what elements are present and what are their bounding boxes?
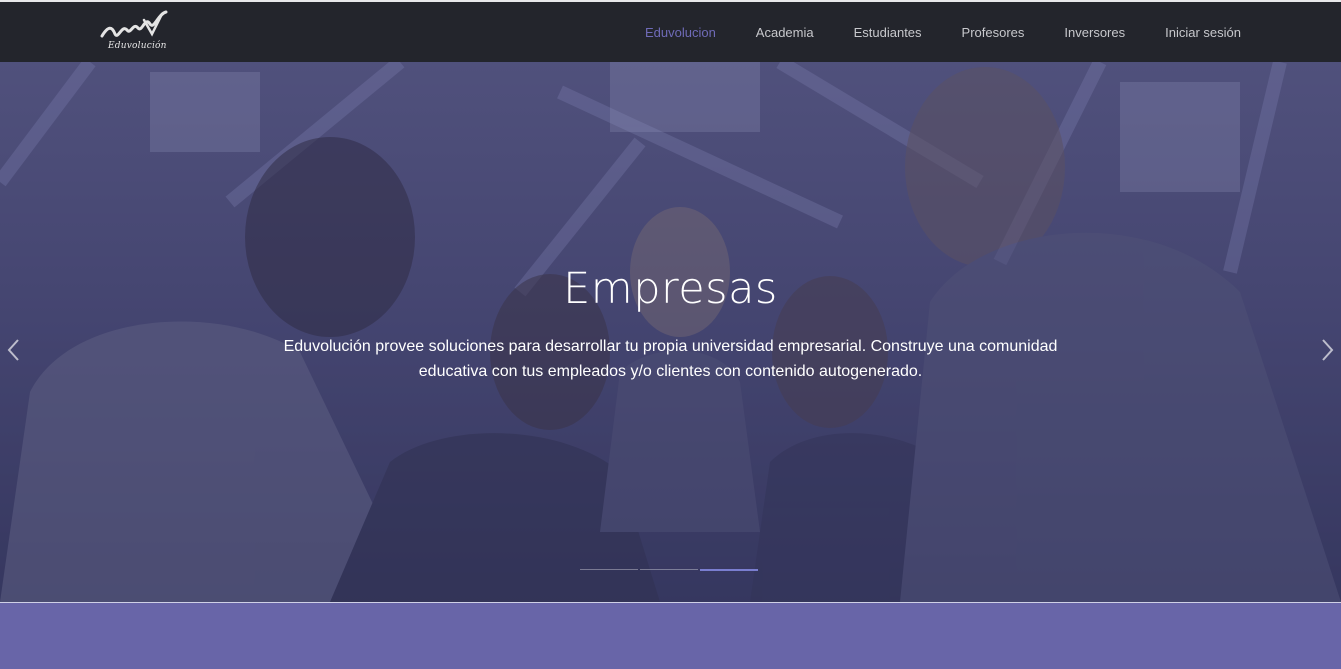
hero-title: Empresas	[563, 263, 778, 314]
navbar: Eduvolución Eduvolucion Academia Estudia…	[0, 2, 1341, 62]
carousel-prev-button[interactable]	[2, 338, 24, 364]
nav-item-inversores[interactable]: Inversores	[1064, 25, 1125, 40]
brand-name: Eduvolución	[108, 41, 167, 51]
chevron-right-icon	[1322, 339, 1334, 361]
hero-carousel: Empresas Eduvolución provee soluciones p…	[0, 62, 1341, 602]
brand-logo[interactable]: Eduvolución	[100, 10, 170, 56]
nav-item-academia[interactable]: Academia	[756, 25, 814, 40]
nav-item-eduvolucion[interactable]: Eduvolucion	[645, 25, 716, 40]
nav-item-profesores[interactable]: Profesores	[962, 25, 1025, 40]
chevron-left-icon	[7, 339, 19, 361]
hero-description: Eduvolución provee soluciones para desar…	[283, 338, 1058, 380]
main-nav: Eduvolucion Academia Estudiantes Profeso…	[605, 2, 1241, 62]
carousel-next-button[interactable]	[1317, 338, 1339, 364]
nav-item-estudiantes[interactable]: Estudiantes	[854, 25, 922, 40]
carousel-indicator-3[interactable]	[700, 569, 758, 571]
logo-wave-icon	[100, 10, 168, 38]
content-band	[0, 602, 1341, 669]
carousel-indicators	[580, 569, 760, 571]
carousel-indicator-1[interactable]	[580, 569, 638, 570]
hero-background-image	[0, 62, 1341, 602]
carousel-indicator-2[interactable]	[640, 569, 698, 570]
nav-item-login[interactable]: Iniciar sesión	[1165, 25, 1241, 40]
